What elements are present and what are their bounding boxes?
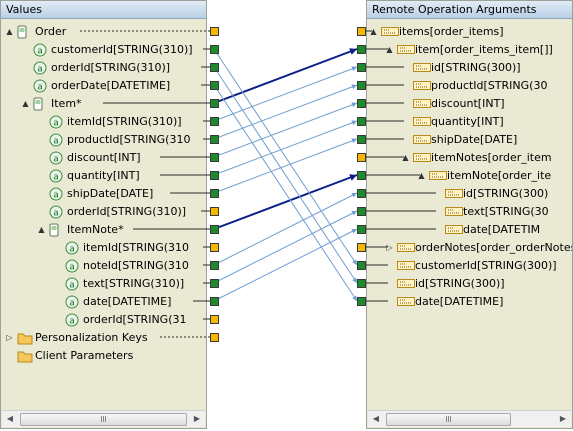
target-port[interactable]	[357, 99, 366, 108]
target-port[interactable]	[357, 189, 366, 198]
source-port[interactable]	[210, 333, 219, 342]
source-port[interactable]	[210, 207, 219, 216]
target-port[interactable]	[357, 117, 366, 126]
source-port[interactable]	[210, 297, 219, 306]
source-port[interactable]	[210, 189, 219, 198]
target-port[interactable]	[357, 135, 366, 144]
source-port[interactable]	[210, 261, 219, 270]
target-port[interactable]	[357, 63, 366, 72]
mapping-line	[213, 228, 358, 302]
target-port[interactable]	[357, 207, 366, 216]
mapping-line	[213, 48, 358, 266]
source-port[interactable]	[210, 225, 219, 234]
target-port[interactable]	[357, 45, 366, 54]
source-port[interactable]	[210, 135, 219, 144]
target-port[interactable]	[357, 153, 366, 162]
target-port[interactable]	[357, 27, 366, 36]
mapping-line	[213, 84, 358, 302]
bold-mapping-line	[213, 48, 358, 104]
target-port[interactable]	[357, 81, 366, 90]
mapping-line	[213, 66, 358, 284]
source-port[interactable]	[210, 45, 219, 54]
target-port[interactable]	[357, 171, 366, 180]
source-port[interactable]	[210, 279, 219, 288]
mapping-line	[213, 102, 358, 158]
target-port[interactable]	[357, 279, 366, 288]
mapping-line	[213, 192, 358, 266]
mapping-line	[213, 84, 358, 140]
target-port[interactable]	[357, 297, 366, 306]
target-port[interactable]	[357, 261, 366, 270]
source-port[interactable]	[210, 171, 219, 180]
mapping-line	[213, 138, 358, 194]
source-port[interactable]	[210, 153, 219, 162]
target-port[interactable]	[357, 243, 366, 252]
source-port[interactable]	[210, 243, 219, 252]
target-port[interactable]	[357, 225, 366, 234]
source-port[interactable]	[210, 117, 219, 126]
mapping-connectors	[80, 30, 436, 338]
bold-mapping-line	[213, 174, 358, 230]
source-port[interactable]	[210, 315, 219, 324]
mapping-line	[213, 120, 358, 176]
source-port[interactable]	[210, 63, 219, 72]
source-port[interactable]	[210, 99, 219, 108]
source-port[interactable]	[210, 81, 219, 90]
source-port[interactable]	[210, 27, 219, 36]
